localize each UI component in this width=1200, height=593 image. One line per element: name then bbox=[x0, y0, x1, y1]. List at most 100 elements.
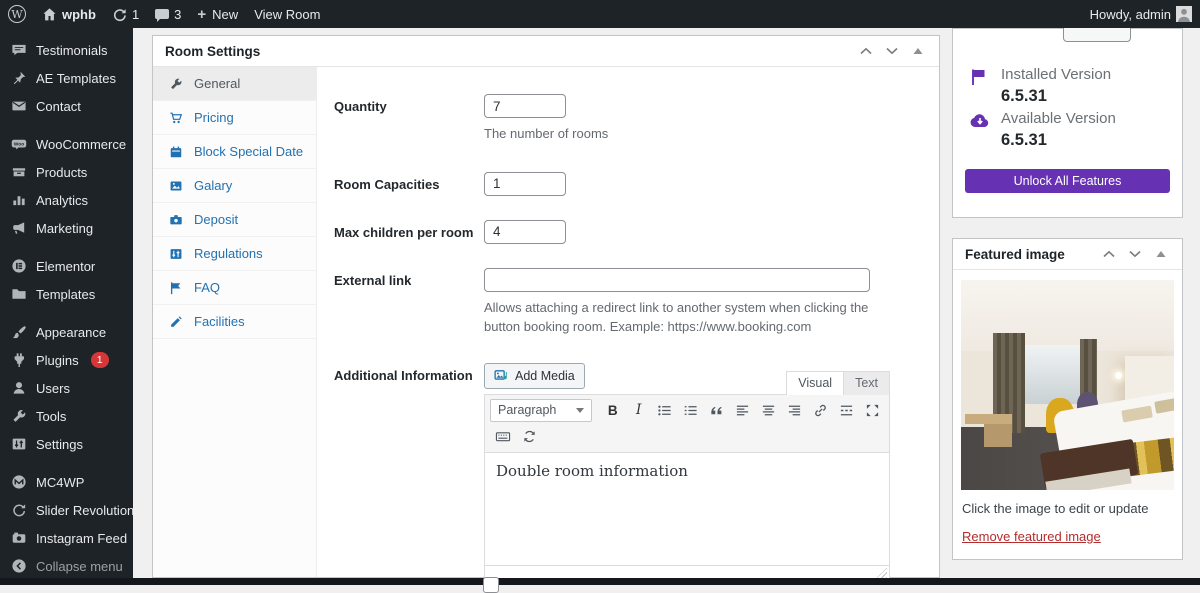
align-center-button[interactable] bbox=[755, 399, 781, 422]
deposit-icon bbox=[168, 212, 183, 227]
align-left-button[interactable] bbox=[729, 399, 755, 422]
unlock-all-features-button[interactable]: Unlock All Features bbox=[965, 169, 1170, 193]
toolbar-row-2 bbox=[490, 425, 885, 448]
featured-image-title: Featured image bbox=[965, 247, 1096, 262]
sidebar-item-appearance[interactable]: Appearance bbox=[0, 318, 133, 346]
howdy-label: Howdy, admin bbox=[1090, 7, 1171, 22]
room-capacities-input[interactable] bbox=[484, 172, 566, 196]
tab-deposit[interactable]: Deposit bbox=[153, 203, 316, 237]
sidebar-item-settings[interactable]: Settings bbox=[0, 430, 133, 458]
quantity-input[interactable] bbox=[484, 94, 566, 118]
new-content-menu[interactable]: + New bbox=[189, 0, 246, 28]
visual-tab[interactable]: Visual bbox=[786, 371, 844, 395]
keyboard-button[interactable] bbox=[490, 425, 516, 448]
collapse-toggle-icon[interactable] bbox=[1148, 242, 1174, 266]
tab-pricing[interactable]: Pricing bbox=[153, 101, 316, 135]
gallery-icon bbox=[168, 178, 183, 193]
envelope-icon bbox=[10, 98, 27, 115]
sidebar-item-label: Testimonials bbox=[36, 43, 108, 58]
resize-handle[interactable] bbox=[876, 568, 887, 579]
quantity-control: The number of rooms bbox=[484, 94, 608, 144]
site-menu[interactable]: wphb bbox=[34, 0, 104, 28]
sidebar-item-label: Settings bbox=[36, 437, 83, 452]
wordpress-logo[interactable]: W bbox=[0, 0, 34, 28]
sidebar-item-label: MC4WP bbox=[36, 475, 84, 490]
editor-content-area[interactable]: Double room information bbox=[485, 453, 889, 565]
tab-faq[interactable]: FAQ bbox=[153, 271, 316, 305]
add-media-label: Add Media bbox=[515, 369, 575, 383]
more-tag-button[interactable] bbox=[833, 399, 859, 422]
edit-icon bbox=[168, 314, 183, 329]
partial-checkbox[interactable] bbox=[483, 577, 499, 593]
move-up-button[interactable] bbox=[1096, 242, 1122, 266]
sidebar-item-woocommerce[interactable]: Woo WooCommerce bbox=[0, 130, 133, 158]
tab-galary[interactable]: Galary bbox=[153, 169, 316, 203]
add-media-button[interactable]: Add Media bbox=[484, 363, 585, 389]
tab-general[interactable]: General bbox=[153, 67, 316, 101]
sidebar-item-collapse-menu[interactable]: Collapse menu bbox=[0, 552, 133, 580]
sidebar-item-label: Tools bbox=[36, 409, 66, 424]
cart-icon bbox=[168, 110, 183, 125]
sidebar-item-marketing[interactable]: Marketing bbox=[0, 214, 133, 242]
editor-mode-tabs: Visual Text bbox=[786, 370, 890, 394]
fullscreen-button[interactable] bbox=[859, 399, 885, 422]
woocommerce-icon: Woo bbox=[10, 136, 27, 153]
elementor-icon bbox=[10, 258, 27, 275]
room-photo-desk bbox=[965, 414, 1012, 423]
external-link-input[interactable] bbox=[484, 268, 870, 292]
featured-image-panel: Featured image Click the image to edit o… bbox=[952, 238, 1183, 560]
featured-image-header: Featured image bbox=[953, 239, 1182, 270]
tab-facilities[interactable]: Facilities bbox=[153, 305, 316, 339]
bold-button[interactable]: B bbox=[600, 399, 626, 422]
sidebar-item-products[interactable]: Products bbox=[0, 158, 133, 186]
move-down-button[interactable] bbox=[879, 39, 905, 63]
paragraph-format-dropdown[interactable]: Paragraph bbox=[490, 399, 592, 422]
featured-image-thumbnail[interactable] bbox=[961, 280, 1174, 490]
sidebar-item-elementor[interactable]: Elementor bbox=[0, 252, 133, 280]
sidebar-item-plugins[interactable]: Plugins 1 bbox=[0, 346, 133, 374]
sidebar-item-testimonials[interactable]: Testimonials bbox=[0, 36, 133, 64]
sidebar-item-ae-templates[interactable]: AE Templates bbox=[0, 64, 133, 92]
move-up-button[interactable] bbox=[853, 39, 879, 63]
view-room-link[interactable]: View Room bbox=[246, 0, 328, 28]
account-menu[interactable]: Howdy, admin bbox=[1082, 0, 1200, 28]
sidebar-item-slider-revolution[interactable]: Slider Revolution bbox=[0, 496, 133, 524]
comments-menu[interactable]: 3 bbox=[147, 0, 189, 28]
room-capacities-label: Room Capacities bbox=[334, 172, 484, 194]
sidebar-item-contact[interactable]: Contact bbox=[0, 92, 133, 120]
refresh-button[interactable] bbox=[516, 425, 542, 448]
sidebar-item-label: Instagram Feed bbox=[36, 531, 127, 546]
sidebar-item-analytics[interactable]: Analytics bbox=[0, 186, 133, 214]
updates-menu[interactable]: 1 bbox=[104, 0, 147, 28]
updates-icon bbox=[112, 7, 127, 22]
sidebar-item-label: Products bbox=[36, 165, 87, 180]
tab-regulations[interactable]: Regulations bbox=[153, 237, 316, 271]
tab-label: Block Special Date bbox=[194, 144, 303, 159]
max-children-input[interactable] bbox=[484, 220, 566, 244]
external-link-row: External link Allows attaching a redirec… bbox=[334, 268, 921, 337]
ordered-list-button[interactable] bbox=[678, 399, 704, 422]
site-name: wphb bbox=[62, 7, 96, 22]
additional-information-label: Additional Information bbox=[334, 363, 484, 385]
bullet-list-button[interactable] bbox=[652, 399, 678, 422]
blockquote-button[interactable] bbox=[704, 399, 730, 422]
sidebar-item-label: Slider Revolution bbox=[36, 503, 134, 518]
tab-block-special-date[interactable]: Block Special Date bbox=[153, 135, 316, 169]
sidebar-item-users[interactable]: Users bbox=[0, 374, 133, 402]
sidebar-item-templates[interactable]: Templates bbox=[0, 280, 133, 308]
text-tab[interactable]: Text bbox=[844, 371, 890, 395]
link-button[interactable] bbox=[807, 399, 833, 422]
align-right-button[interactable] bbox=[781, 399, 807, 422]
sidebar-item-mc4wp[interactable]: MC4WP bbox=[0, 468, 133, 496]
pin-icon bbox=[10, 70, 27, 87]
room-settings-header: Room Settings bbox=[153, 36, 939, 67]
remove-featured-image-link[interactable]: Remove featured image bbox=[962, 529, 1101, 544]
admin-bar: W wphb 1 3 + New View Room Howdy, admin bbox=[0, 0, 1200, 28]
move-down-button[interactable] bbox=[1122, 242, 1148, 266]
sidebar-item-tools[interactable]: Tools bbox=[0, 402, 133, 430]
max-children-row: Max children per room bbox=[334, 220, 921, 244]
collapse-toggle-icon[interactable] bbox=[905, 39, 931, 63]
italic-button[interactable]: I bbox=[626, 399, 652, 422]
sidebar-item-instagram-feed[interactable]: Instagram Feed bbox=[0, 524, 133, 552]
camera-icon bbox=[10, 530, 27, 547]
